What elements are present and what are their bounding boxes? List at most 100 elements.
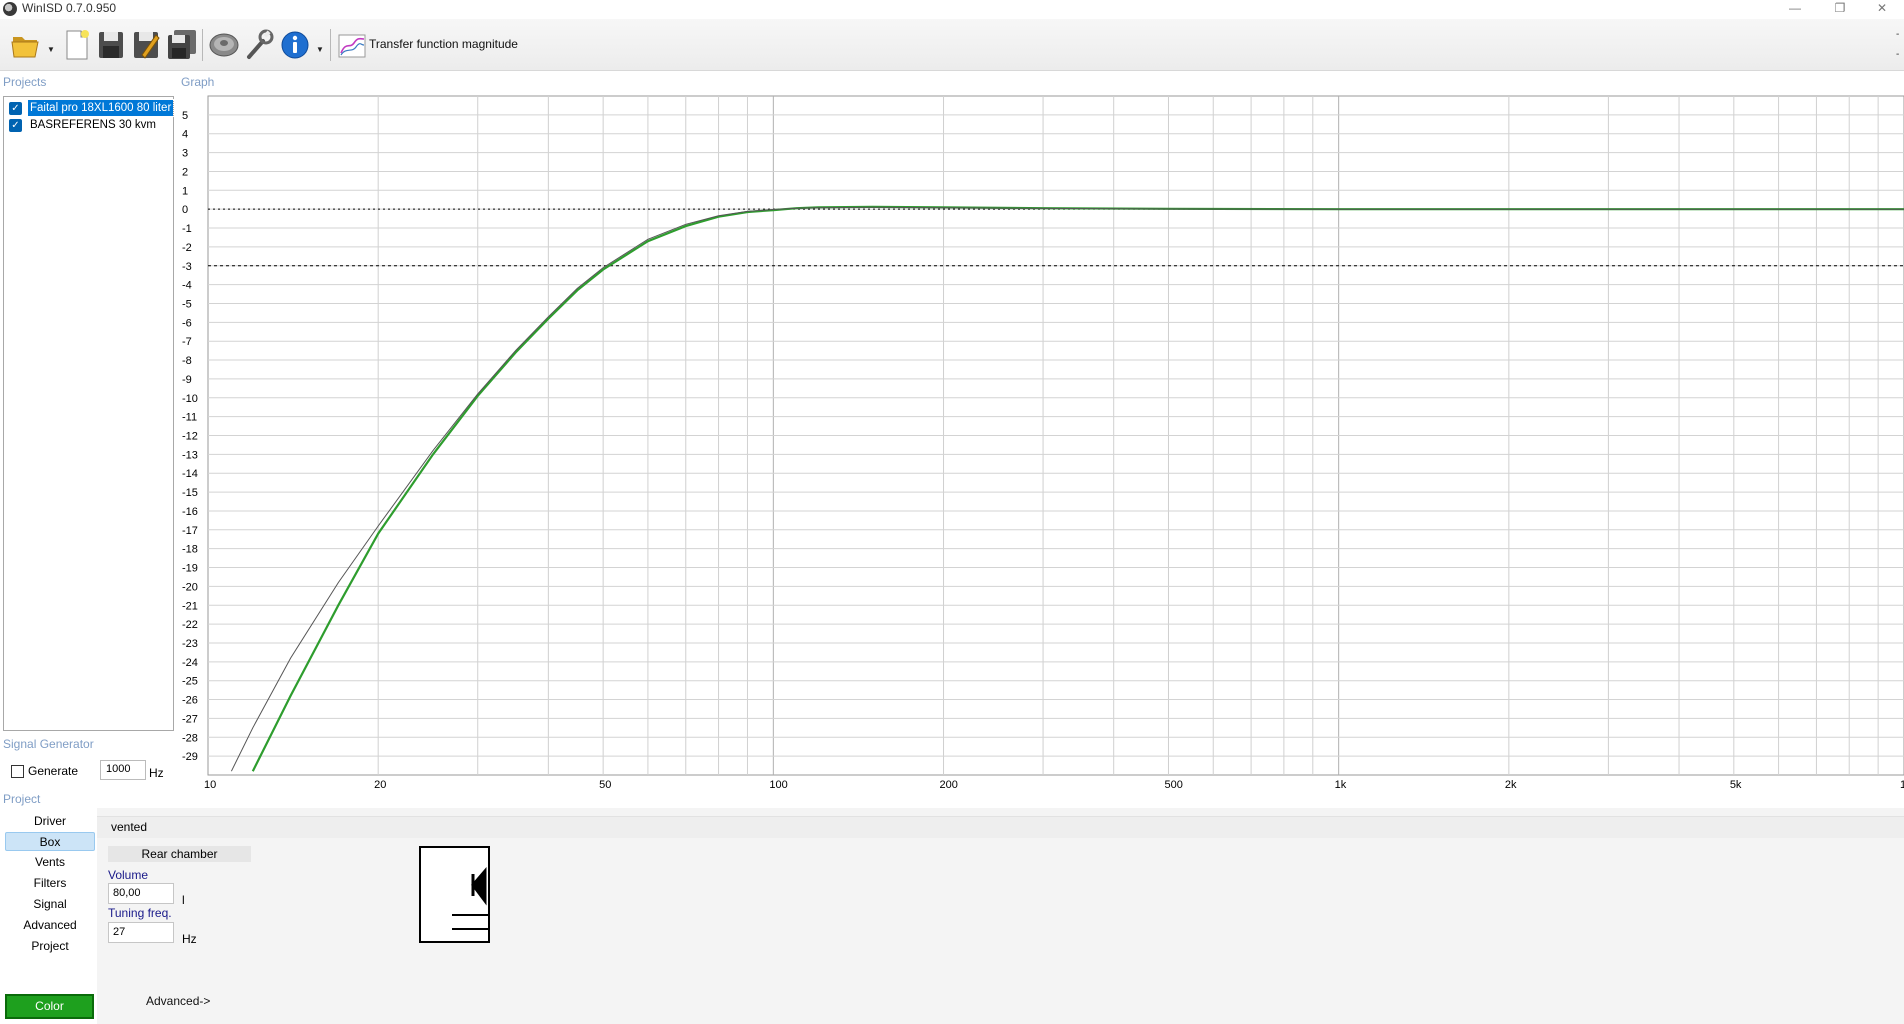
volume-input[interactable]: 80,00 (108, 883, 174, 904)
info-icon[interactable] (279, 27, 311, 61)
project-label[interactable]: BASREFERENS 30 kvm (28, 117, 158, 133)
x-tick-label: 20 (374, 779, 386, 790)
y-tick-label: -4 (182, 280, 192, 292)
box-diagram (419, 846, 490, 943)
y-tick-label: -24 (182, 657, 198, 669)
new-document-icon[interactable] (61, 27, 93, 61)
nav-driver[interactable]: Driver (5, 812, 95, 831)
volume-unit: l (182, 893, 185, 907)
y-tick-label: -16 (182, 506, 198, 518)
generate-checkbox[interactable] (11, 764, 24, 778)
y-tick-label: 5 (182, 110, 188, 122)
y-tick-label: -6 (182, 317, 192, 329)
driver-speaker-icon[interactable] (208, 27, 240, 61)
transfer-function-chart[interactable]: 543210-1-2-3-4-5-6-7-8-9-10-11-12-13-14-… (176, 90, 1904, 790)
box-panel (97, 808, 1904, 1024)
y-tick-label: -29 (182, 751, 198, 763)
tuning-freq-input[interactable]: 27 (108, 922, 174, 943)
nav-vents[interactable]: Vents (5, 853, 95, 872)
box-type-selector[interactable] (97, 816, 1904, 838)
restore-button[interactable]: ❐ (1818, 0, 1862, 19)
y-tick-label: -20 (182, 581, 198, 593)
minimize-button[interactable]: — (1773, 0, 1817, 19)
y-tick-label: 3 (182, 148, 188, 160)
save-all-icon[interactable] (166, 27, 198, 61)
nav-project[interactable]: Project (5, 937, 95, 956)
nav-box[interactable]: Box (5, 832, 95, 851)
x-tick-label: 10 (1900, 779, 1904, 790)
x-tick-label: 100 (769, 779, 787, 790)
y-tick-label: -21 (182, 600, 198, 612)
y-tick-label: -23 (182, 638, 198, 650)
info-dropdown-arrow-icon[interactable]: ▼ (316, 45, 324, 54)
project-label[interactable]: Faital pro 18XL1600 80 liter (26, 99, 175, 117)
tools-wrench-icon[interactable] (243, 27, 275, 61)
toolbar-overflow-mark: - (1896, 29, 1900, 40)
y-tick-label: -2 (182, 242, 192, 254)
project-checkbox[interactable]: ✓ (9, 118, 22, 132)
app-icon (3, 2, 17, 16)
y-tick-label: -26 (182, 695, 198, 707)
save-icon[interactable] (95, 27, 127, 61)
open-dropdown-arrow-icon[interactable]: ▼ (47, 45, 55, 54)
y-tick-label: -22 (182, 619, 198, 631)
y-tick-label: -14 (182, 468, 198, 480)
y-tick-label: -9 (182, 374, 192, 386)
y-tick-label: -10 (182, 393, 198, 405)
y-tick-label: -7 (182, 336, 192, 348)
x-tick-label: 50 (599, 779, 611, 790)
y-tick-label: -19 (182, 563, 198, 575)
y-tick-label: 1 (182, 185, 188, 197)
y-tick-label: -28 (182, 732, 198, 744)
nav-filters[interactable]: Filters (5, 874, 95, 893)
y-tick-label: -8 (182, 355, 192, 367)
tuning-freq-unit: Hz (182, 932, 197, 946)
nav-advanced[interactable]: Advanced (5, 916, 95, 935)
y-tick-label: 0 (182, 204, 188, 216)
projects-list[interactable]: ✓ Faital pro 18XL1600 80 liter ✓ BASREFE… (3, 96, 175, 731)
title-bar: WinISD 0.7.0.950 — ❐ ✕ (0, 0, 1904, 19)
y-tick-label: 4 (182, 129, 188, 141)
y-tick-label: -27 (182, 713, 198, 725)
y-tick-label: -11 (182, 412, 197, 424)
x-tick-label: 500 (1164, 779, 1182, 790)
toolbar-separator (330, 29, 331, 61)
generate-checkbox-row[interactable]: Generate (11, 764, 78, 778)
y-tick-label: -18 (182, 544, 198, 556)
y-tick-label: 2 (182, 166, 188, 178)
x-tick-label: 2k (1505, 779, 1517, 790)
project-heading: Project (3, 792, 41, 806)
toolbar-overflow-mark: - (1896, 49, 1900, 60)
rear-chamber-header: Rear chamber (108, 846, 251, 862)
volume-label: Volume (108, 868, 149, 882)
x-tick-label: 1k (1335, 779, 1347, 790)
color-button[interactable]: Color (5, 994, 94, 1019)
x-tick-label: 5k (1730, 779, 1742, 790)
open-folder-icon[interactable] (10, 27, 42, 61)
y-tick-label: -3 (182, 261, 192, 273)
box-type-value[interactable]: vented (111, 820, 147, 834)
project-checkbox[interactable]: ✓ (9, 101, 22, 115)
y-tick-label: -25 (182, 676, 198, 688)
generate-label: Generate (28, 764, 79, 778)
frequency-unit: Hz (149, 766, 164, 780)
save-as-icon[interactable] (130, 27, 162, 61)
close-button[interactable]: ✕ (1860, 0, 1904, 19)
projects-heading: Projects (3, 75, 47, 89)
graph-type-label[interactable]: Transfer function magnitude (369, 37, 518, 51)
x-tick-label: 200 (940, 779, 958, 790)
y-tick-label: -17 (182, 525, 198, 537)
graph-type-icon[interactable] (336, 27, 368, 61)
y-tick-label: -12 (182, 431, 198, 443)
project-item[interactable]: ✓ Faital pro 18XL1600 80 liter (9, 99, 175, 117)
nav-signal[interactable]: Signal (5, 895, 95, 914)
signal-generator-heading: Signal Generator (3, 737, 94, 751)
project-item[interactable]: ✓ BASREFERENS 30 kvm (9, 117, 158, 133)
y-tick-label: -15 (182, 487, 198, 499)
y-tick-label: -1 (182, 223, 192, 235)
y-tick-label: -13 (182, 449, 198, 461)
frequency-input[interactable]: 1000 (100, 760, 146, 780)
y-tick-label: -5 (182, 298, 192, 310)
advanced-link[interactable]: Advanced-> (146, 994, 210, 1008)
graph-heading: Graph (181, 75, 215, 89)
